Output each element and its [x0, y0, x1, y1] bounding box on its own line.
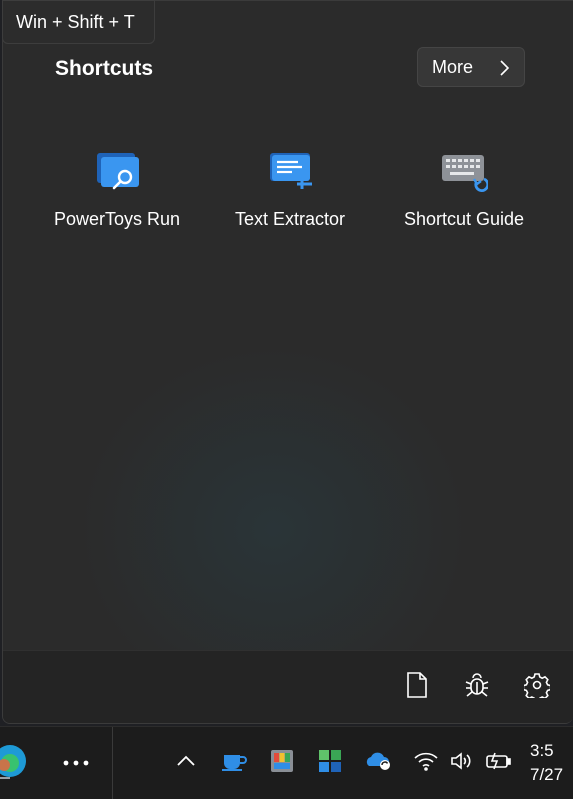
- wifi-button[interactable]: [412, 749, 440, 777]
- settings-button[interactable]: [521, 671, 553, 703]
- edge-icon: [0, 743, 30, 784]
- tool-powertoys-run[interactable]: PowerToys Run: [37, 147, 197, 247]
- flyout-footer: [3, 650, 573, 723]
- section-title: Shortcuts: [55, 57, 154, 80]
- tool-text-extractor[interactable]: Text Extractor: [210, 147, 370, 247]
- awake-tray-button[interactable]: [220, 749, 248, 777]
- more-button-label: More: [432, 56, 474, 77]
- onedrive-icon: [365, 750, 393, 777]
- background-glow: [63, 331, 483, 691]
- tool-label: PowerToys Run: [53, 209, 181, 229]
- taskbar: 3:5 7/27: [0, 726, 573, 799]
- powertoys-flyout: Shortcuts More PowerToys Run Text Extrac…: [2, 0, 573, 724]
- clock-time[interactable]: 3:5: [530, 741, 554, 761]
- shortcut-guide-icon: [440, 147, 490, 195]
- awake-cup-icon: [221, 750, 247, 777]
- bug-icon: [464, 672, 490, 703]
- edge-button[interactable]: [0, 741, 30, 785]
- chevron-up-icon: [176, 754, 196, 772]
- powertoys-tray-button[interactable]: [316, 749, 344, 777]
- show-hidden-icons-button[interactable]: [172, 751, 200, 775]
- battery-button[interactable]: [484, 749, 514, 777]
- document-icon: [406, 671, 428, 703]
- onedrive-tray-button[interactable]: [364, 749, 394, 777]
- more-button[interactable]: More: [417, 47, 525, 87]
- clock-date[interactable]: 7/27: [530, 765, 563, 785]
- taskbar-divider: [112, 727, 113, 799]
- shortcut-tooltip: Win + Shift + T: [2, 0, 155, 44]
- more-dots-icon: [62, 754, 90, 772]
- chevron-right-icon: [498, 59, 510, 82]
- bug-report-button[interactable]: [461, 671, 493, 703]
- text-extractor-icon: [266, 147, 314, 195]
- gear-icon: [522, 672, 552, 703]
- powertoys-run-icon: [93, 147, 141, 195]
- volume-icon: [450, 751, 474, 776]
- tool-label: Text Extractor: [234, 209, 346, 229]
- wifi-icon: [414, 751, 438, 776]
- volume-button[interactable]: [448, 749, 476, 777]
- battery-icon: [485, 751, 513, 776]
- document-button[interactable]: [401, 671, 433, 703]
- powertoys-icon: [317, 748, 343, 779]
- more-dots-button[interactable]: [58, 749, 94, 777]
- tool-shortcut-guide[interactable]: Shortcut Guide: [384, 147, 544, 247]
- tool-label: Shortcut Guide: [403, 209, 525, 229]
- color-picker-icon: [270, 749, 294, 778]
- color-picker-tray-button[interactable]: [268, 749, 296, 777]
